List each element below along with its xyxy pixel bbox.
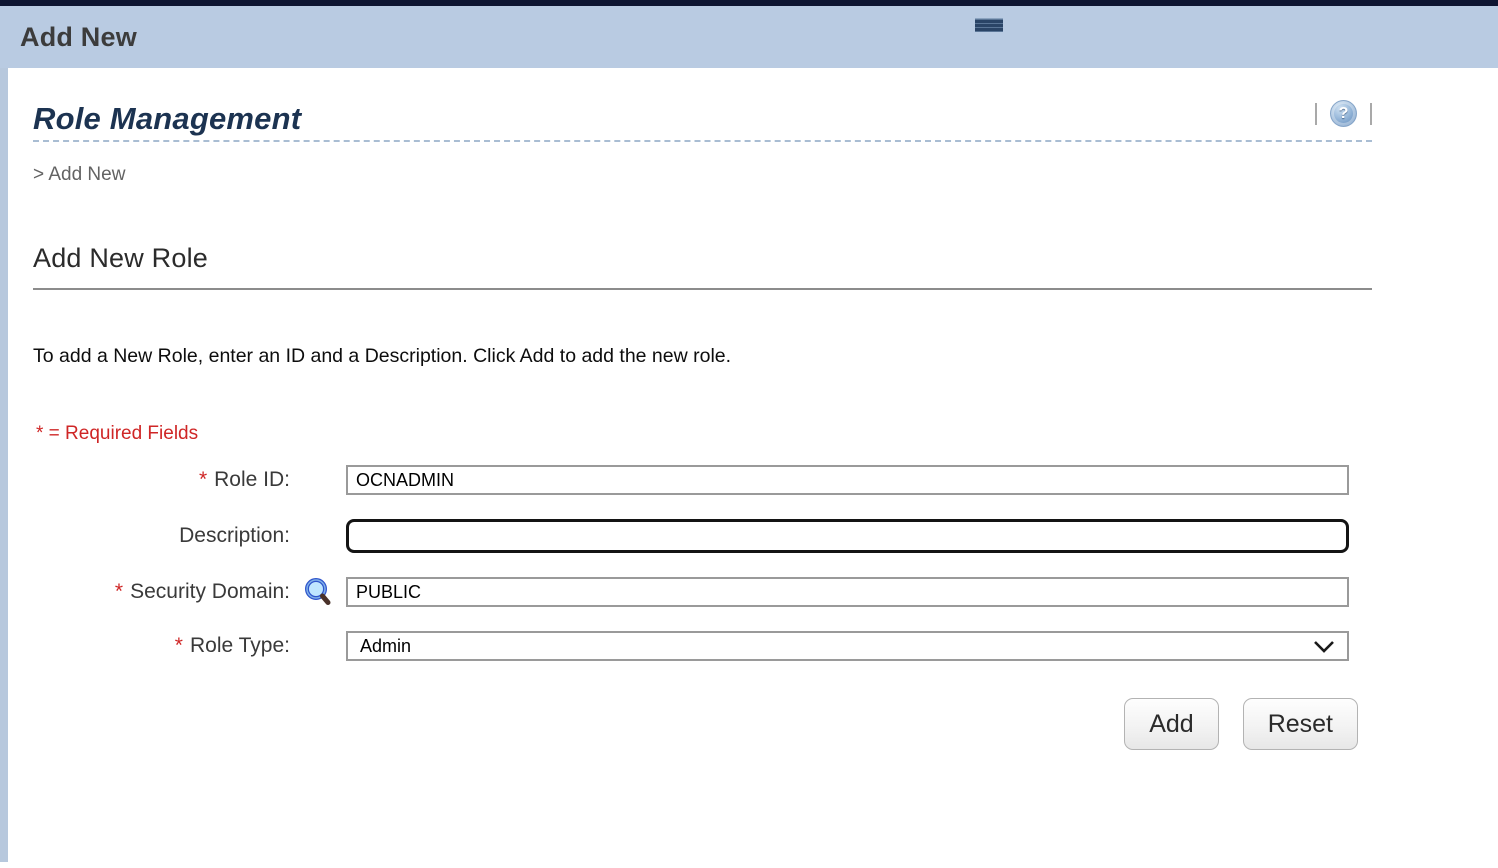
- dashed-divider: [33, 140, 1372, 142]
- form-button-row: Add Reset: [33, 698, 1372, 750]
- chevron-down-icon: [1313, 639, 1335, 655]
- role-id-row: *Role ID:: [33, 465, 1372, 495]
- description-input[interactable]: [346, 519, 1349, 553]
- panel-left-border: [0, 68, 8, 862]
- separator-bar: [1315, 103, 1317, 125]
- security-domain-label: *Security Domain:: [33, 580, 290, 604]
- search-icon: [304, 577, 332, 607]
- required-fields-note: * = Required Fields: [36, 423, 1372, 445]
- security-domain-input[interactable]: [346, 577, 1349, 607]
- role-id-label: *Role ID:: [33, 468, 290, 492]
- role-id-input[interactable]: [346, 465, 1349, 495]
- window-grip-icon[interactable]: [975, 18, 1003, 32]
- content-panel: Role Management ? > Add New Add New Role…: [0, 68, 1498, 868]
- role-type-selected-value: Admin: [360, 636, 411, 657]
- window-header: Add New: [0, 6, 1498, 68]
- help-icon-glyph: ?: [1339, 106, 1349, 122]
- separator-bar: [1370, 103, 1372, 125]
- reset-button[interactable]: Reset: [1243, 698, 1358, 750]
- section-divider: [33, 288, 1372, 290]
- instruction-text: To add a New Role, enter an ID and a Des…: [33, 345, 1372, 368]
- help-icon[interactable]: ?: [1330, 100, 1357, 127]
- role-type-select[interactable]: Admin: [346, 631, 1349, 661]
- page-title-row: Role Management ?: [33, 68, 1372, 140]
- help-area: ?: [1315, 100, 1372, 127]
- security-domain-lookup-button[interactable]: [304, 577, 332, 607]
- required-marker: *: [175, 634, 183, 657]
- required-marker: *: [199, 468, 207, 491]
- description-label: Description:: [33, 524, 290, 548]
- section-heading: Add New Role: [33, 243, 1372, 274]
- description-row: Description:: [33, 519, 1372, 553]
- window-title: Add New: [20, 22, 137, 53]
- security-domain-row: *Security Domain:: [33, 577, 1372, 607]
- page-title: Role Management: [33, 101, 1372, 137]
- required-marker: *: [115, 580, 123, 603]
- add-new-role-form: *Role ID: Description: *: [33, 465, 1372, 750]
- role-type-row: *Role Type: Admin: [33, 631, 1372, 661]
- role-type-label: *Role Type:: [33, 634, 290, 658]
- breadcrumb: > Add New: [33, 164, 1372, 186]
- add-button[interactable]: Add: [1124, 698, 1218, 750]
